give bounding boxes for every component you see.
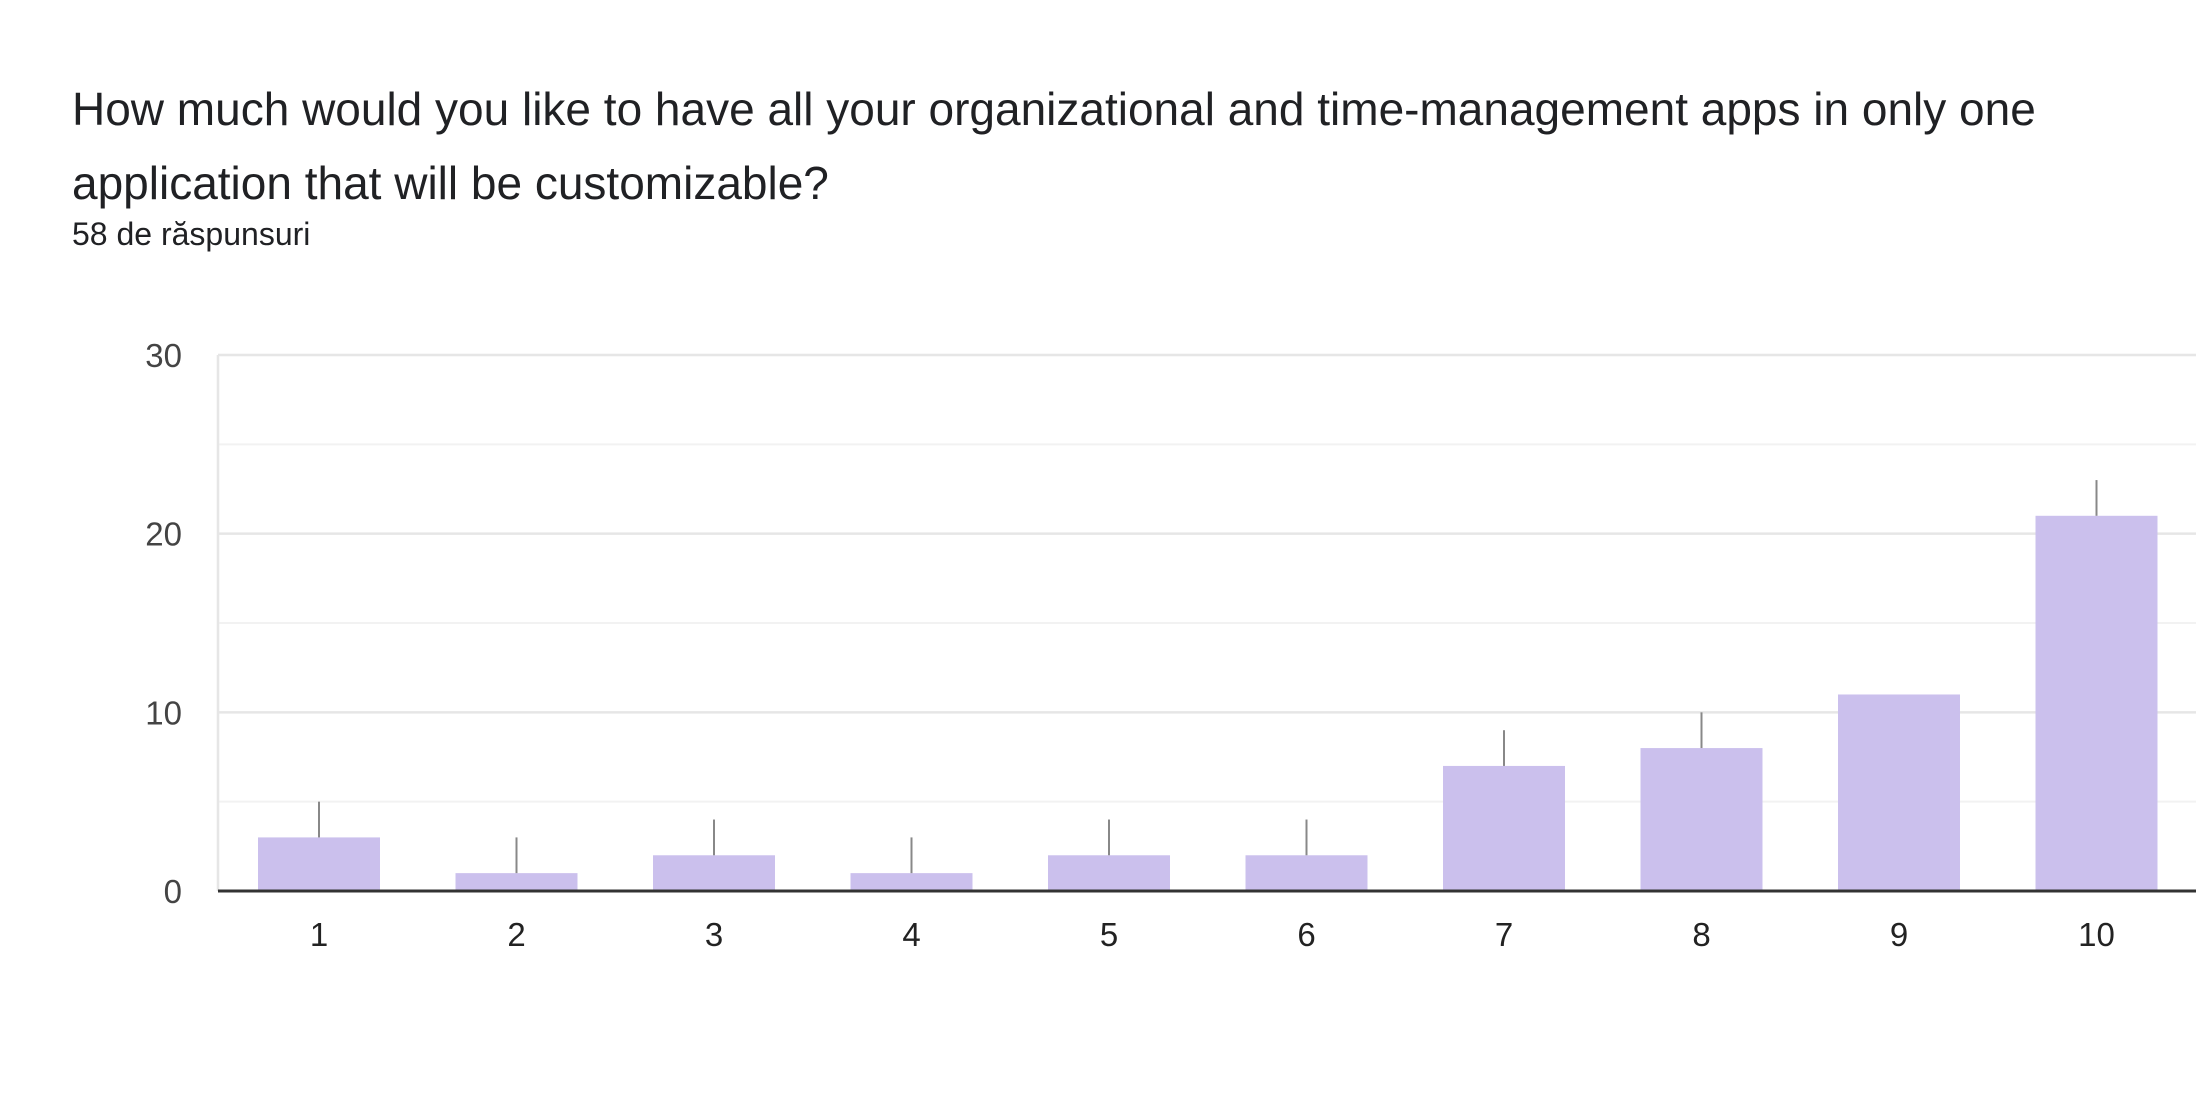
x-tick-label: 2 (507, 916, 525, 953)
x-tick-label: 5 (1100, 916, 1118, 953)
bar-chart: 0 10 20 30 1 2 3 4 5 6 7 8 9 10 (145, 337, 2196, 953)
bar-9 (1838, 694, 1960, 891)
x-tick-label: 6 (1297, 916, 1315, 953)
x-tick-label: 4 (902, 916, 920, 953)
bar-8 (1640, 748, 1763, 891)
y-tick-label: 10 (145, 694, 182, 731)
bar-7 (1443, 765, 1565, 891)
bar-3 (653, 855, 775, 891)
y-tick-label: 20 (145, 516, 182, 553)
bar-1 (258, 837, 380, 891)
x-tick-label: 8 (1692, 916, 1710, 953)
x-tick-label: 1 (310, 916, 328, 953)
y-tick-label: 0 (164, 873, 182, 910)
x-tick-label: 7 (1495, 916, 1513, 953)
bar-4 (850, 873, 973, 891)
bar-2 (455, 873, 578, 891)
x-tick-label: 9 (1890, 916, 1908, 953)
bar-10 (2035, 515, 2158, 891)
y-tick-label: 30 (145, 337, 182, 374)
x-tick-label: 3 (705, 916, 723, 953)
x-tick-label: 10 (2078, 916, 2115, 953)
bar-5 (1048, 855, 1170, 891)
bar-6 (1245, 855, 1368, 891)
